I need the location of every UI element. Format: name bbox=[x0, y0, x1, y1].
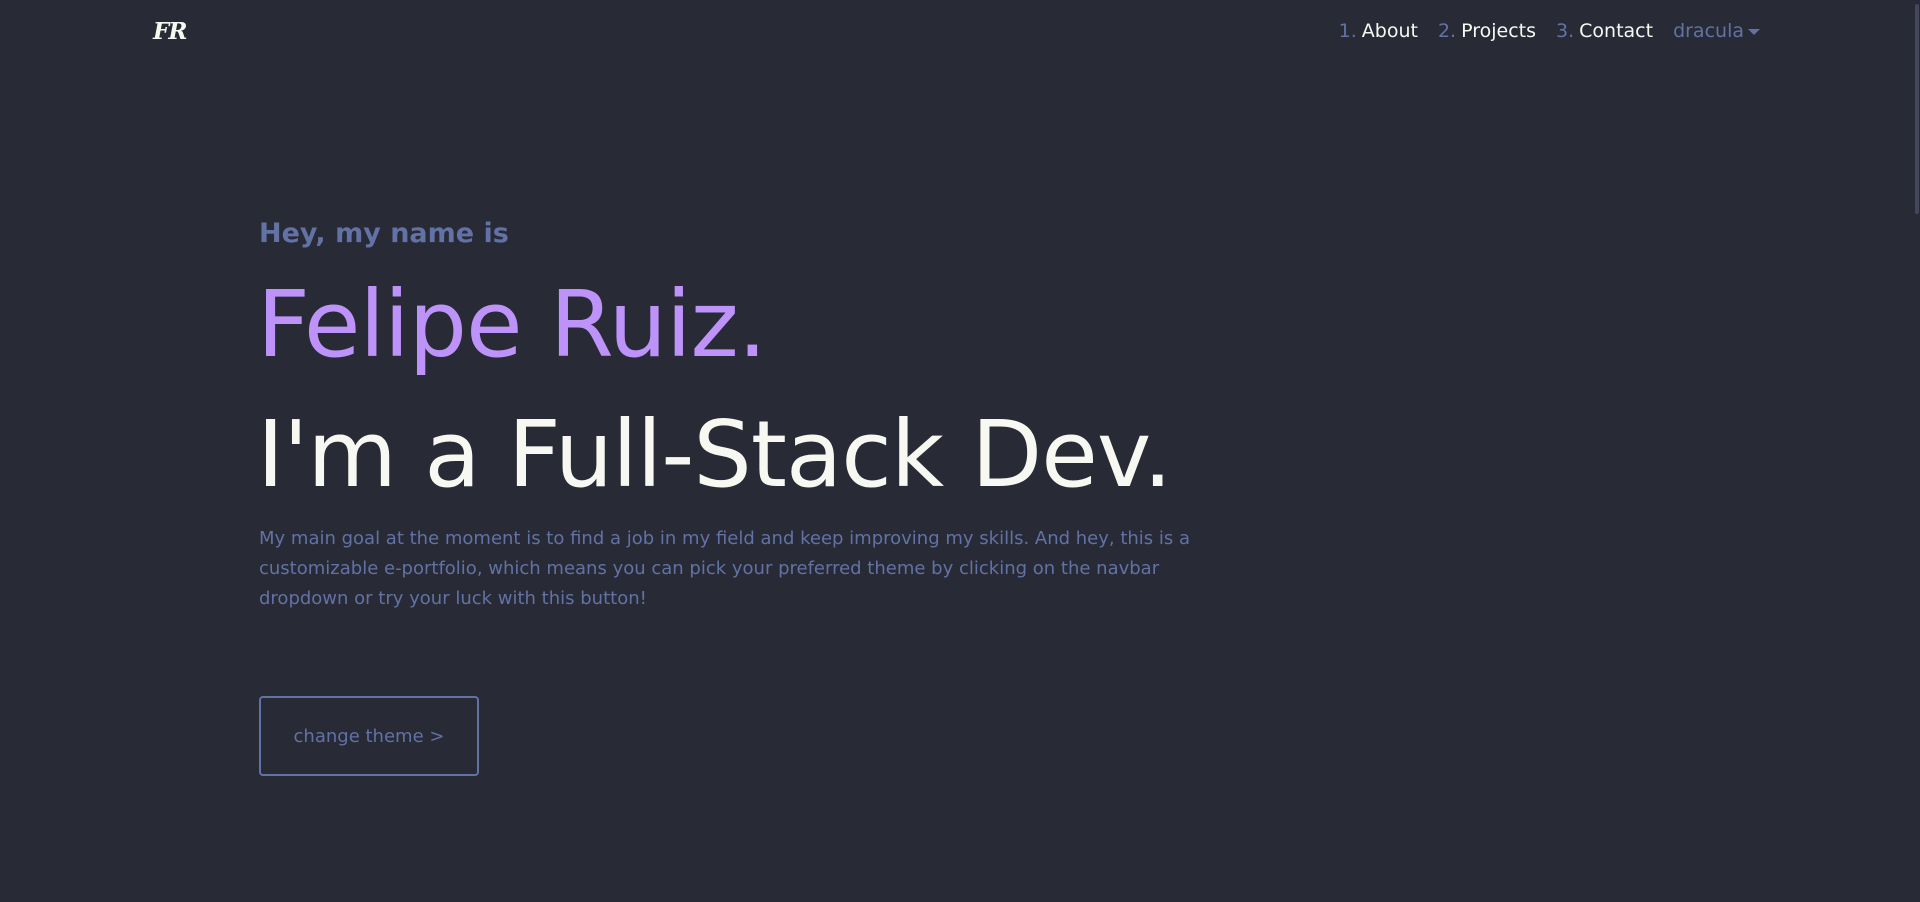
nav-link-projects[interactable]: 2. Projects bbox=[1438, 19, 1536, 43]
site-logo[interactable]: FR bbox=[153, 18, 187, 45]
nav-label: Contact bbox=[1579, 20, 1654, 42]
change-theme-button[interactable]: change theme > bbox=[259, 696, 479, 776]
navbar: 1. About 2. Projects 3. Contact dracula bbox=[1339, 19, 1760, 43]
nav-label: About bbox=[1361, 20, 1418, 42]
theme-dropdown[interactable]: dracula bbox=[1673, 19, 1760, 43]
hero-description: My main goal at the moment is to find a … bbox=[259, 528, 1191, 609]
hero-role: I'm a Full-Stack Dev. bbox=[257, 401, 1172, 508]
caret-down-icon bbox=[1748, 29, 1760, 35]
nav-number: 3. bbox=[1556, 20, 1575, 42]
greeting-text: Hey, my name is bbox=[259, 218, 509, 249]
scrollbar[interactable] bbox=[1914, 0, 1920, 902]
scrollbar-thumb[interactable] bbox=[1915, 4, 1919, 214]
theme-dropdown-label: dracula bbox=[1673, 20, 1744, 42]
nav-number: 1. bbox=[1338, 20, 1357, 42]
page: FR 1. About 2. Projects 3. Contact dracu… bbox=[0, 0, 1920, 902]
nav-label: Projects bbox=[1461, 20, 1536, 42]
nav-link-about[interactable]: 1. About bbox=[1339, 19, 1418, 43]
nav-number: 2. bbox=[1437, 20, 1457, 42]
hero-name: Felipe Ruiz. bbox=[257, 271, 767, 378]
nav-link-contact[interactable]: 3. Contact bbox=[1556, 19, 1653, 43]
